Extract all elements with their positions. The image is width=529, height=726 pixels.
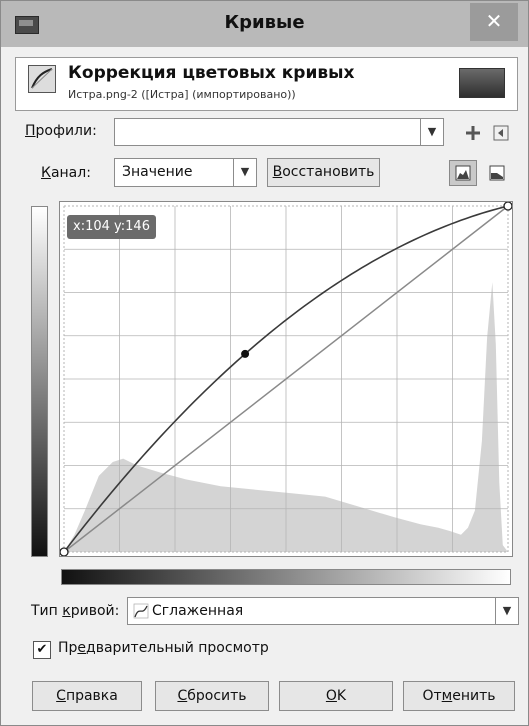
curve-canvas[interactable] <box>59 201 513 557</box>
chevron-down-icon[interactable]: ▼ <box>420 119 443 145</box>
ok-button[interactable]: OK <box>279 681 393 711</box>
plus-icon[interactable] <box>461 121 485 145</box>
control-point[interactable] <box>503 201 513 211</box>
header-title: Коррекция цветовых кривых <box>68 63 355 83</box>
control-point[interactable] <box>241 349 250 358</box>
menu-icon[interactable] <box>489 121 513 145</box>
input-gradient-bar <box>61 569 511 585</box>
help-button[interactable]: Справка <box>32 681 142 711</box>
channel-label: Канал: <box>41 165 91 181</box>
dialog-header: Коррекция цветовых кривых Истра.png-2 ([… <box>15 57 518 111</box>
chevron-down-icon[interactable]: ▼ <box>495 598 518 624</box>
channel-value: Значение <box>122 164 193 180</box>
log-histogram-icon[interactable] <box>485 161 511 185</box>
reset-button[interactable]: Сбросить <box>155 681 269 711</box>
coordinate-readout: x:104 y:146 <box>67 215 156 239</box>
curves-dialog: Кривые ✕ Коррекция цветовых кривых Истра… <box>0 0 529 726</box>
channel-combo[interactable]: Значение ▼ <box>114 158 257 187</box>
control-point[interactable] <box>59 547 69 557</box>
linear-histogram-icon[interactable] <box>449 160 477 186</box>
close-button[interactable]: ✕ <box>470 3 518 41</box>
curve-type-value: Сглаженная <box>152 603 244 619</box>
output-gradient-bar <box>31 206 48 557</box>
image-thumbnail <box>459 68 505 98</box>
title-bar[interactable]: Кривые ✕ <box>1 1 528 47</box>
curves-icon-graphic <box>31 68 53 89</box>
curve-type-label: Тип кривой: <box>31 603 120 619</box>
window-title: Кривые <box>224 12 305 33</box>
header-subtitle: Истра.png-2 ([Истра] (импортировано)) <box>68 88 296 101</box>
profiles-combo[interactable]: ▼ <box>114 118 444 146</box>
cancel-button[interactable]: Отменить <box>403 681 515 711</box>
curves-icon <box>28 65 56 93</box>
curve-editor[interactable] <box>59 201 513 557</box>
smooth-curve-icon <box>133 603 149 623</box>
preview-label: Предварительный просмотр <box>58 640 269 656</box>
curve-type-combo[interactable]: Сглаженная ▼ <box>127 597 519 625</box>
profiles-label: Профили: <box>25 123 97 139</box>
chevron-down-icon[interactable]: ▼ <box>233 159 256 186</box>
restore-channel-button[interactable]: Восстановить <box>267 158 380 187</box>
preview-checkbox[interactable]: ✔ <box>33 641 51 659</box>
